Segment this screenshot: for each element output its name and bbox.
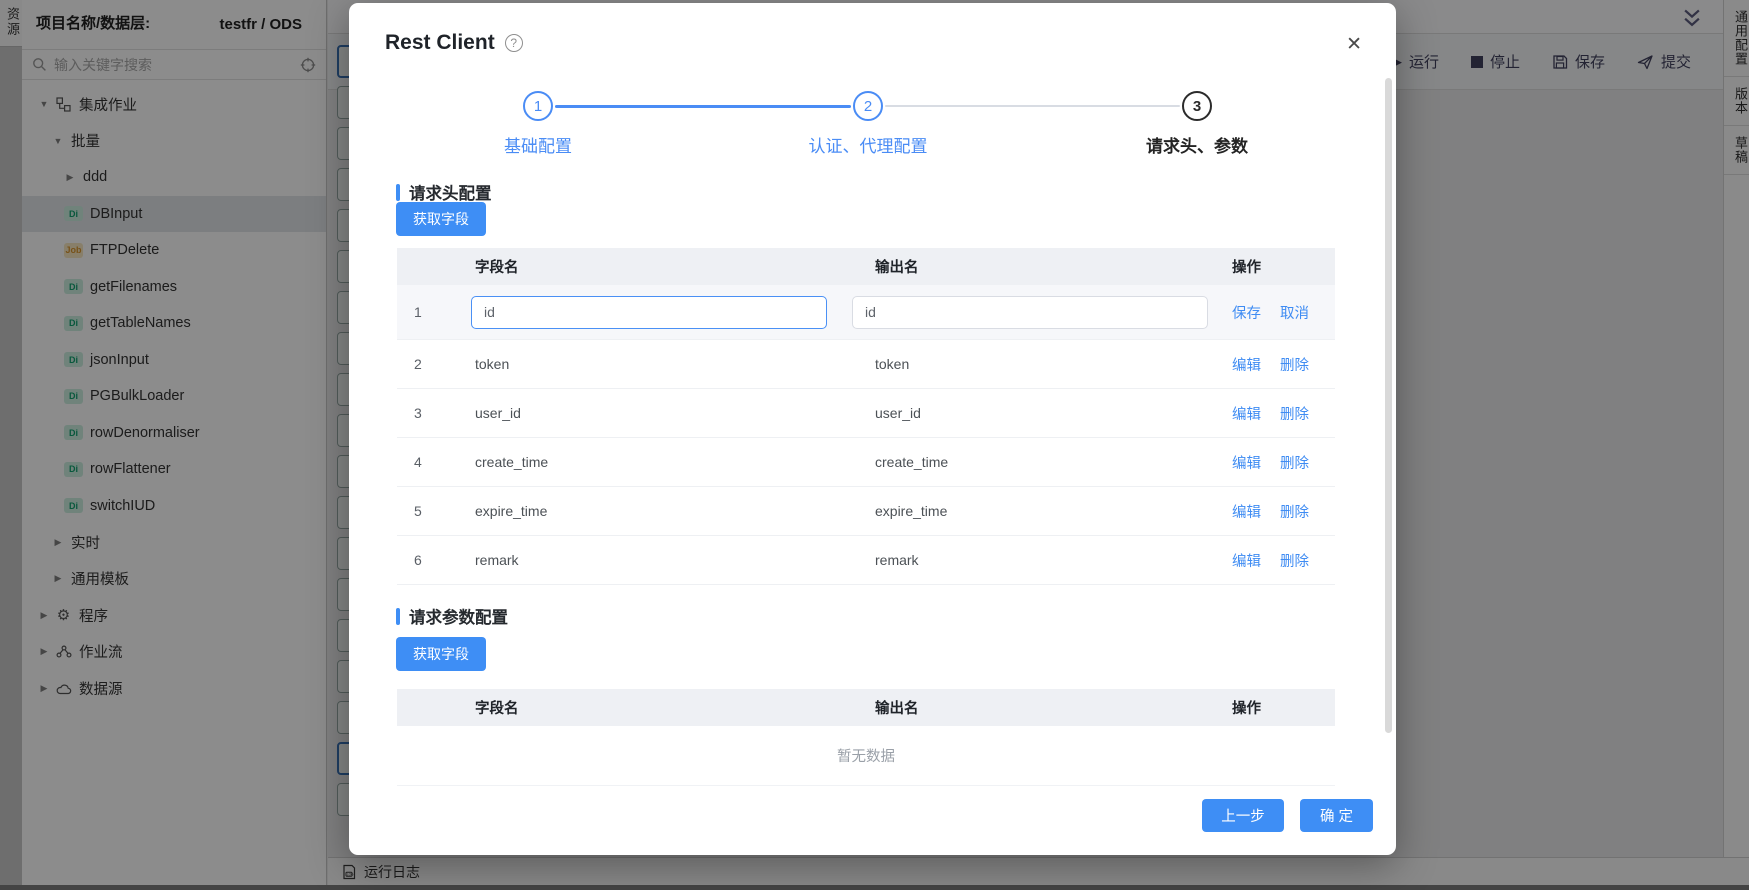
request-header-section-title: 请求头配置 bbox=[396, 180, 492, 204]
fetch-fields-button-params[interactable]: 获取字段 bbox=[396, 637, 486, 671]
output-name-cell: expire_time bbox=[875, 503, 948, 519]
table-row: 2 token token 编辑 删除 bbox=[397, 340, 1335, 389]
modal-title: Rest Client bbox=[385, 31, 495, 54]
rest-client-modal: Rest Client ? ✕ 1 2 3 基础配置 认证、代理配置 请求头、参… bbox=[349, 3, 1396, 855]
output-name-cell: token bbox=[875, 356, 910, 372]
delete-row-link[interactable]: 删除 bbox=[1280, 550, 1309, 571]
delete-row-link[interactable]: 删除 bbox=[1280, 403, 1309, 424]
field-name-cell: remark bbox=[475, 552, 519, 568]
table-header-row: 字段名 输出名 操作 bbox=[397, 248, 1335, 285]
app-window: 资源 项目名称/数据层: testfr / ODS ▼ 集成作业 bbox=[0, 0, 1749, 890]
edit-row-link[interactable]: 编辑 bbox=[1232, 550, 1261, 571]
step-connector-done bbox=[555, 105, 851, 108]
col-output-name: 输出名 bbox=[875, 260, 919, 276]
table-row: 5 expire_time expire_time 编辑 删除 bbox=[397, 487, 1335, 536]
field-name-cell: create_time bbox=[475, 454, 549, 470]
output-name-input[interactable] bbox=[852, 295, 1208, 329]
table-row: 4 create_time create_time 编辑 删除 bbox=[397, 438, 1335, 487]
output-name-cell: create_time bbox=[875, 454, 949, 470]
step-connector-pending bbox=[885, 105, 1180, 107]
output-name-cell: user_id bbox=[875, 405, 921, 421]
confirm-button[interactable]: 确 定 bbox=[1300, 799, 1373, 832]
step-2-circle: 2 bbox=[853, 91, 883, 121]
wizard-stepper: 1 2 3 基础配置 认证、代理配置 请求头、参数 bbox=[349, 91, 1396, 163]
fetch-fields-button-headers[interactable]: 获取字段 bbox=[396, 202, 486, 236]
cancel-row-link[interactable]: 取消 bbox=[1280, 302, 1309, 323]
field-name-input[interactable] bbox=[471, 295, 827, 329]
step-3-circle: 3 bbox=[1182, 91, 1212, 121]
save-row-link[interactable]: 保存 bbox=[1232, 302, 1261, 323]
request-param-section-title: 请求参数配置 bbox=[396, 604, 508, 628]
table-row: 3 user_id user_id 编辑 删除 bbox=[397, 389, 1335, 438]
table-row: 6 remark remark 编辑 删除 bbox=[397, 536, 1335, 585]
edit-row-link[interactable]: 编辑 bbox=[1232, 354, 1261, 375]
output-name-cell: remark bbox=[875, 552, 919, 568]
request-params-table: 字段名 输出名 操作 暂无数据 bbox=[397, 689, 1335, 786]
col-output-name: 输出名 bbox=[875, 701, 919, 717]
section-accent-bar bbox=[396, 607, 400, 625]
modal-scrollbar[interactable] bbox=[1385, 78, 1392, 733]
step-1-label: 基础配置 bbox=[504, 137, 572, 156]
edit-row-link[interactable]: 编辑 bbox=[1232, 501, 1261, 522]
delete-row-link[interactable]: 删除 bbox=[1280, 501, 1309, 522]
field-name-cell: expire_time bbox=[475, 503, 548, 519]
step-2-label: 认证、代理配置 bbox=[808, 137, 928, 156]
help-icon[interactable]: ? bbox=[504, 34, 523, 52]
edit-row-link[interactable]: 编辑 bbox=[1232, 403, 1261, 424]
col-field-name: 字段名 bbox=[475, 260, 519, 276]
step-1-circle: 1 bbox=[523, 91, 553, 121]
delete-row-link[interactable]: 删除 bbox=[1280, 452, 1309, 473]
field-name-cell: token bbox=[475, 356, 510, 372]
edit-row-link[interactable]: 编辑 bbox=[1232, 452, 1261, 473]
col-action: 操作 bbox=[1232, 701, 1261, 717]
previous-step-button[interactable]: 上一步 bbox=[1202, 799, 1284, 832]
table-row: 1 保存 取消 bbox=[397, 285, 1335, 340]
field-name-cell: user_id bbox=[475, 405, 521, 421]
table-header-row: 字段名 输出名 操作 bbox=[397, 689, 1335, 726]
col-action: 操作 bbox=[1232, 260, 1261, 276]
col-field-name: 字段名 bbox=[475, 701, 519, 717]
close-icon[interactable]: ✕ bbox=[1346, 33, 1362, 56]
delete-row-link[interactable]: 删除 bbox=[1280, 354, 1309, 375]
empty-state: 暂无数据 bbox=[397, 726, 1335, 786]
step-3-label: 请求头、参数 bbox=[1146, 137, 1248, 156]
request-headers-table: 字段名 输出名 操作 1 保存 取消 2 token token 编辑 删除 bbox=[397, 248, 1335, 585]
section-accent-bar bbox=[396, 183, 400, 201]
